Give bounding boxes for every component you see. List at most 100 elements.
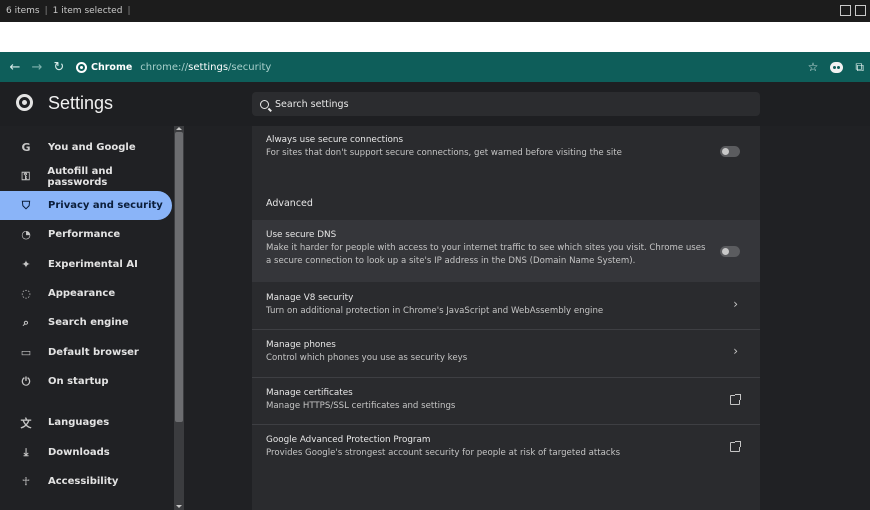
divider: [252, 424, 760, 425]
security-settings-card: Always use secure connections For sites …: [252, 126, 760, 510]
address-bar[interactable]: Chrome chrome://settings/security: [76, 56, 271, 78]
setting-title: Manage certificates: [266, 388, 353, 398]
browser-toolbar: ← → ↻ Chrome chrome://settings/security …: [0, 52, 870, 82]
item-count: 6 items: [6, 6, 40, 16]
section-heading: Advanced: [266, 198, 313, 209]
setting-description: Turn on additional protection in Chrome'…: [266, 306, 604, 316]
search-icon: [260, 99, 269, 109]
sidebar-item-privacy[interactable]: ⛉ Privacy and security: [0, 191, 172, 220]
translate-icon: 文: [20, 416, 32, 430]
sidebar-item-label: Appearance: [48, 288, 116, 299]
external-link-icon: [730, 441, 741, 452]
shield-icon: ⛉: [21, 198, 31, 212]
sidebar-item-experimental-ai[interactable]: ✦ Experimental AI: [0, 250, 172, 279]
setting-title: Use secure DNS: [266, 230, 337, 240]
status-separator: |: [44, 6, 48, 16]
accessibility-icon: ☥: [21, 475, 31, 488]
secure-dns-toggle[interactable]: [720, 246, 740, 257]
chevron-right-icon: ›: [733, 344, 738, 358]
settings-page: Settings G You and Google ⚿ Autofill and…: [0, 82, 870, 510]
scroll-up-arrow-icon[interactable]: [176, 127, 182, 130]
screen: 6 items | 1 item selected | ← → ↻ Chrome…: [0, 0, 870, 510]
setting-description: Manage HTTPS/SSL certificates and settin…: [266, 401, 456, 411]
setting-title: Google Advanced Protection Program: [266, 435, 431, 445]
search-box[interactable]: [252, 92, 760, 116]
status-separator: |: [127, 6, 131, 16]
sidebar-item-autofill[interactable]: ⚿ Autofill and passwords: [0, 162, 172, 191]
browser-window-icon: ▭: [20, 346, 32, 359]
url-path: /security: [228, 61, 272, 73]
setting-description: Make it harder for people with access to…: [266, 243, 706, 266]
chevron-right-icon: ›: [733, 297, 738, 311]
sidebar-item-label: Default browser: [48, 347, 139, 358]
power-icon: ⏻: [21, 374, 31, 388]
sidebar-item-label: Languages: [48, 417, 110, 428]
setting-title: Always use secure connections: [266, 135, 404, 145]
manage-phones-row[interactable]: Manage phones Control which phones you u…: [252, 337, 760, 381]
tiles-view-icon[interactable]: [855, 5, 866, 16]
scroll-down-arrow-icon[interactable]: [176, 505, 182, 508]
forward-icon[interactable]: →: [26, 56, 48, 78]
sidebar: G You and Google ⚿ Autofill and password…: [0, 126, 186, 510]
key-icon: ⚿: [21, 169, 30, 183]
sidebar-item-label: You and Google: [48, 142, 136, 153]
reload-icon[interactable]: ↻: [48, 56, 70, 78]
sparkle-icon: ✦: [21, 258, 31, 271]
search-input[interactable]: [275, 98, 575, 110]
bookmark-star-icon[interactable]: ☆: [808, 60, 819, 74]
sidebar-item-on-startup[interactable]: ⏻ On startup: [0, 367, 172, 396]
sidebar-item-appearance[interactable]: ◌ Appearance: [0, 279, 172, 308]
sidebar-item-label: Autofill and passwords: [47, 165, 113, 188]
gauge-icon: ◔: [21, 228, 31, 241]
explorer-status-bar: 6 items | 1 item selected |: [0, 0, 870, 22]
toolbar-actions: ☆ ⧉: [808, 52, 870, 82]
sidebar-item-label: Downloads: [48, 447, 110, 458]
extensions-puzzle-icon[interactable]: ⧉: [855, 60, 864, 75]
chrome-chip[interactable]: Chrome: [76, 61, 133, 73]
sidebar-item-label: Experimental AI: [48, 259, 138, 270]
sidebar-item-languages[interactable]: 文 Languages: [0, 408, 172, 437]
sidebar-item-default-browser[interactable]: ▭ Default browser: [0, 338, 172, 367]
sidebar-item-accessibility[interactable]: ☥ Accessibility: [0, 467, 172, 496]
divider: [252, 329, 760, 330]
extension-icon[interactable]: [830, 61, 844, 73]
url-scheme: chrome://: [140, 61, 189, 73]
sidebar-item-label: Performance: [48, 229, 121, 240]
google-g-icon: G: [21, 141, 31, 154]
palette-icon: ◌: [21, 287, 31, 300]
search-icon: ⌕: [22, 315, 30, 329]
sidebar-item-label: Accessibility: [48, 476, 119, 487]
v8-security-row[interactable]: Manage V8 security Turn on additional pr…: [252, 290, 760, 334]
settings-header: Settings: [0, 82, 870, 126]
sidebar-item-search-engine[interactable]: ⌕ Search engine: [0, 308, 172, 337]
details-view-icon[interactable]: [840, 5, 851, 16]
sidebar-item-performance[interactable]: ◔ Performance: [0, 220, 172, 249]
setting-description: Provides Google's strongest account secu…: [266, 448, 621, 458]
setting-description: For sites that don't support secure conn…: [266, 148, 622, 158]
sidebar-item-label: Privacy and security: [48, 200, 163, 211]
setting-title: Manage phones: [266, 340, 336, 350]
secure-connections-row[interactable]: Always use secure connections For sites …: [252, 134, 760, 170]
selection-count: 1 item selected: [52, 6, 123, 16]
chrome-chip-label: Chrome: [91, 61, 133, 73]
sidebar-scrollbar[interactable]: [174, 126, 184, 510]
back-icon[interactable]: ←: [4, 56, 26, 78]
url-host: settings: [188, 61, 229, 73]
download-icon: ⤓: [23, 445, 29, 459]
chrome-logo-icon: [16, 94, 33, 111]
sidebar-item-label: On startup: [48, 376, 109, 387]
page-title: Settings: [48, 93, 114, 113]
sidebar-item-you-and-google[interactable]: G You and Google: [0, 133, 172, 162]
scrollbar-thumb[interactable]: [175, 132, 183, 422]
secure-connections-toggle[interactable]: [720, 146, 740, 157]
setting-title: Manage V8 security: [266, 293, 354, 303]
secure-dns-row[interactable]: Use secure DNS Make it harder for people…: [252, 220, 760, 282]
sidebar-item-downloads[interactable]: ⤓ Downloads: [0, 438, 172, 467]
advanced-protection-row[interactable]: Google Advanced Protection Program Provi…: [252, 432, 760, 476]
manage-certificates-row[interactable]: Manage certificates Manage HTTPS/SSL cer…: [252, 385, 760, 429]
external-link-icon: [730, 394, 741, 405]
sidebar-item-label: Search engine: [48, 317, 129, 328]
view-toggle: [840, 5, 866, 16]
divider: [252, 377, 760, 378]
setting-description: Control which phones you use as security…: [266, 353, 468, 363]
